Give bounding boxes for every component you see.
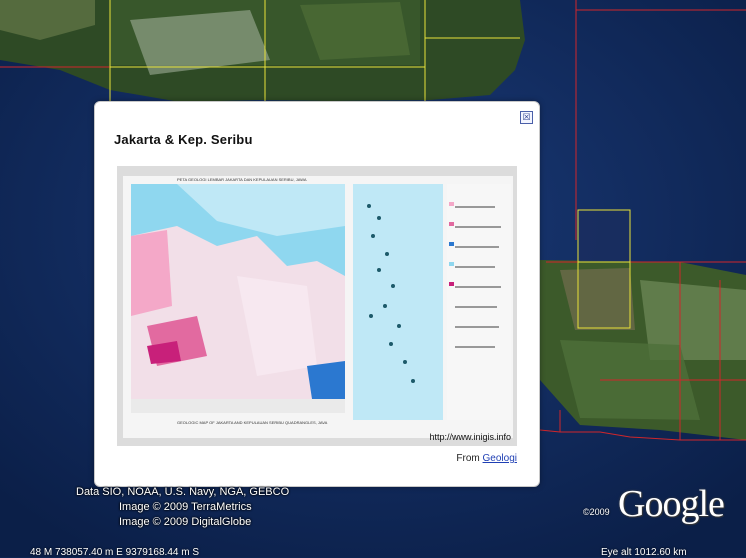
balloon-title: Jakarta & Kep. Seribu: [114, 132, 253, 147]
close-icon[interactable]: ☒: [520, 111, 533, 124]
pointer-coordinates: 48 M 738057.40 m E 9379168.44 m S: [30, 547, 200, 558]
map-heading: PETA GEOLOGI LEMBAR JAKARTA DAN KEPULAUA…: [177, 177, 307, 182]
image-url-watermark: http://www.inigis.info: [429, 432, 511, 442]
google-logo: Google: [618, 483, 725, 525]
geologic-map-graphic: GEOLOGIC MAP OF JAKARTA AND KEPULAUAN SE…: [117, 166, 517, 446]
digitalglobe-attribution: Image © 2009 DigitalGlobe: [119, 516, 252, 528]
map-subheading: GEOLOGIC MAP OF JAKARTA AND KEPULAUAN SE…: [177, 420, 328, 425]
eye-altitude: Eye alt 1012.60 km: [601, 547, 687, 558]
source-credit: From Geologi: [456, 453, 517, 464]
placemark-balloon: ☒ Jakarta & Kep. Seribu GEOLOGIC MAP OF …: [94, 101, 540, 487]
source-link[interactable]: Geologi: [483, 453, 517, 464]
terrametrics-attribution: Image © 2009 TerraMetrics: [119, 501, 252, 513]
copyright-year: ©2009: [583, 507, 610, 517]
data-attribution: Data SIO, NOAA, U.S. Navy, NGA, GEBCO: [76, 486, 290, 498]
from-label: From: [456, 453, 480, 464]
geologic-map-image[interactable]: GEOLOGIC MAP OF JAKARTA AND KEPULAUAN SE…: [117, 166, 517, 446]
